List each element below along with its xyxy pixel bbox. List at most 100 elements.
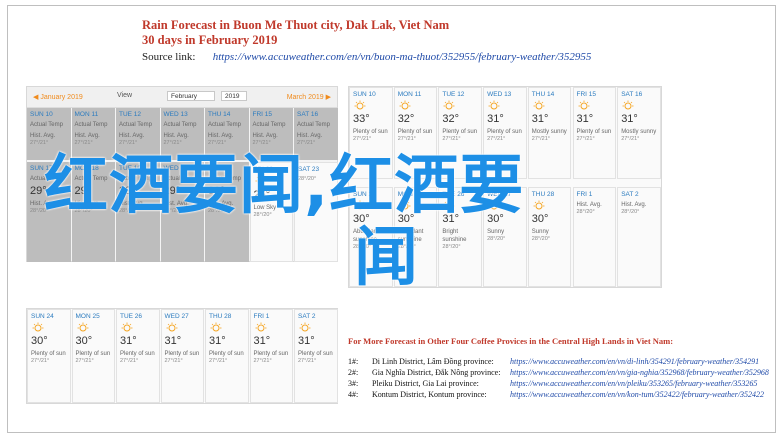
day-label: FRI 1 [253,313,270,320]
sun-icon [76,322,90,333]
day-label: SAT 2 [298,313,316,320]
day-label: THU 28 [531,191,555,198]
hist-average: 27°/21° [74,140,93,146]
day-label: SUN 10 [30,111,53,118]
day-cell[interactable]: SUN 24 30° Plenty of sun 27°/21° [27,309,71,403]
item-link[interactable]: https://www.accuweather.com/en/vn/kon-tu… [510,390,764,399]
item-link[interactable]: https://www.accuweather.com/en/vn/gia-ng… [510,368,769,377]
day-cell[interactable]: MON 25 30° Plenty of sun 27°/21° [71,309,115,403]
hist-average: 27°/21° [531,136,550,142]
weather-description: Plenty of sun [253,351,289,357]
sun-icon [120,322,134,333]
hist-average: 27°/21° [30,140,49,146]
day-label: FRI 15 [252,111,273,118]
day-cell[interactable]: FRI 1 31° Plenty of sun 27°/21° [249,309,293,403]
day-label: TUE 12 [119,111,142,118]
day-label: SAT 16 [297,111,319,118]
sun-icon [577,100,591,111]
weather-description: Mostly sunny [621,129,657,135]
item-link[interactable]: https://www.accuweather.com/en/vn/di-lin… [510,357,759,366]
temperature: 31° [253,335,271,347]
weather-description: Hist. Avg. [297,133,323,139]
day-cell[interactable]: FRI 15 31° Plenty of sun 27°/21° [572,87,617,179]
day-label: SUN 24 [31,313,54,320]
day-label: THU 14 [208,111,231,118]
item-number: 3#: [348,379,359,388]
item-name: Gia Nghĩa District, Đắk Nông province: [372,368,501,377]
temperature: 31° [120,335,137,347]
weather-description: Sunny [531,229,549,235]
day-cell[interactable]: SAT 16 31° Mostly sunny 27°/21° [617,87,661,179]
day-cell[interactable]: THU 28 31° Plenty of sun 27°/21° [205,309,249,403]
day-cell[interactable]: SAT 2 31° Plenty of sun 27°/21° [294,309,338,403]
cell-subtitle: Actual Temp [252,122,286,128]
forecast-header: Rain Forecast in Buon Me Thuot city, Dak… [142,18,662,65]
cell-subtitle: Actual Temp [208,122,241,128]
cell-subtitle: Actual Temp [163,122,197,128]
weather-description: Hist. Avg. [576,202,602,208]
day-cell[interactable]: FRI 1 Hist. Avg. 28°/20° [572,187,617,287]
weather-description: Plenty of sun [298,351,333,357]
day-cell[interactable]: THU 14 31° Mostly sunny 27°/21° [527,87,572,179]
source-line: Source link: https://www.accuweather.com… [142,49,662,65]
list-item: 1#: Di Linh District, Lâm Đồng province: h… [348,356,768,367]
list-item: 3#: Pleiku District, Gia Lai province: htt… [348,378,768,389]
weather-description: Hist. Avg. [252,133,278,139]
page-subtitle: 30 days in February 2019 [142,33,278,47]
more-forecast-heading: For More Forecast in Other Four Coffee P… [348,336,674,346]
sun-icon [398,100,412,111]
calendar-toolbar: ◀ January 2019 View February 2019 March … [27,87,337,108]
item-name: Pleiku District, Gia Lai province: [372,379,479,388]
sun-icon [621,100,635,111]
weather-description: Plenty of sun [164,351,200,357]
day-cell[interactable]: SAT 2 Hist. Avg. 28°/20° [617,187,661,287]
day-cell[interactable]: WED 27 31° Plenty of sun 27°/21° [160,309,204,403]
day-label: WED 27 [164,313,189,320]
sun-icon [532,200,546,211]
weather-description: Hist. Avg. [208,133,234,139]
prev-month-link[interactable]: ◀ January 2019 [33,93,83,101]
temperature: 32° [397,113,415,125]
hist-average: 27°/21° [208,140,227,146]
weather-description: Plenty of sun [120,351,155,357]
hist-average: 28°/20° [621,209,640,215]
sun-icon [209,322,223,333]
temperature: 32° [442,113,460,125]
hist-average: 27°/21° [252,140,271,146]
temperature: 30° [31,335,48,347]
sun-icon [31,322,45,333]
sun-icon [442,100,456,111]
next-month-link[interactable]: March 2019 ▶ [287,93,331,101]
day-label: SAT 16 [621,91,643,98]
temperature: 31° [298,335,315,347]
weather-description: Mostly sunny [531,129,567,135]
hist-average: 27°/21° [75,358,94,364]
item-link[interactable]: https://www.accuweather.com/en/vn/pleiku… [510,379,757,388]
hist-average: 27°/21° [120,358,139,364]
weather-description: Plenty of sun [31,351,66,357]
temperature: 30° [75,335,93,347]
hist-average: 27°/21° [576,136,595,142]
day-cell[interactable]: THU 28 30° Sunny 28°/20° [527,187,572,287]
day-label: FRI 1 [576,191,593,198]
weather-description: Hist. Avg. [74,133,100,139]
more-forecast: For More Forecast in Other Four Coffee P… [348,336,769,400]
weather-description: Plenty of sun [353,129,388,135]
weather-description: Sunny [487,229,505,235]
hist-average: 27°/21° [163,140,182,146]
day-cell[interactable]: TUE 26 31° Plenty of sun 27°/21° [116,309,160,403]
hist-average: 27°/21° [253,358,272,364]
cell-subtitle: Actual Temp [74,122,108,128]
calendar-grid-bottom: SUN 24 30° Plenty of sun 27°/21° MON 25 30° Pl… [27,309,339,405]
hist-average: 27°/21° [487,136,506,142]
cell-subtitle: Actual Temp [119,122,152,128]
weather-description: Hist. Avg. [30,133,56,139]
overlay-line-2: 闻 [354,221,419,295]
weather-description: Plenty of sun [75,351,111,357]
month-select[interactable]: February [167,91,215,101]
source-link[interactable]: https://www.accuweather.com/en/vn/buon-m… [213,51,592,63]
year-select[interactable]: 2019 [221,91,247,101]
weather-description: Plenty of sun [576,129,612,135]
hist-average: 28°/20° [576,209,595,215]
sun-icon [254,322,268,333]
